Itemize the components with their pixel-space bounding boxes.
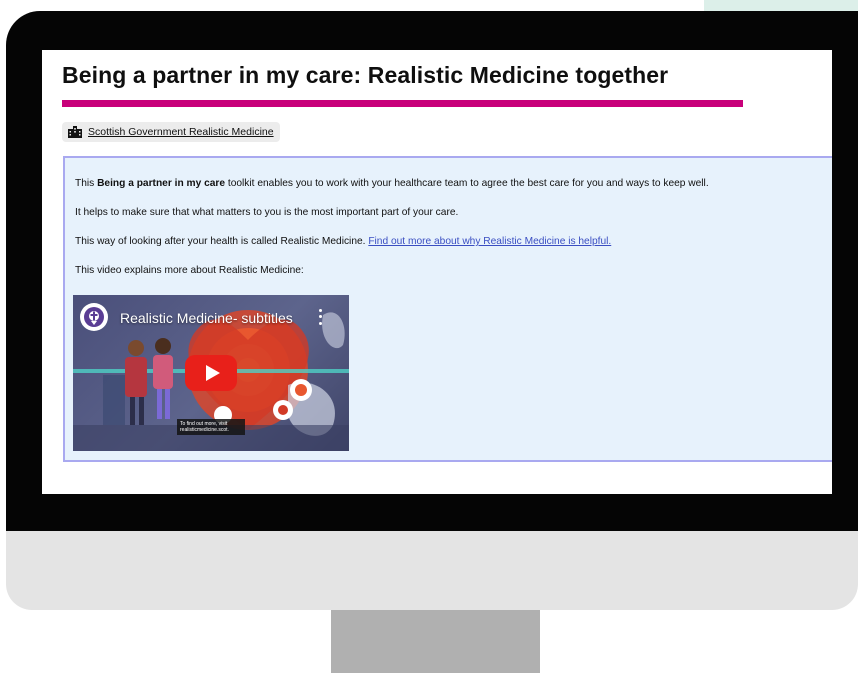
- video-player[interactable]: Realistic Medicine- subtitles To find ou…: [73, 295, 349, 451]
- more-vertical-icon[interactable]: [315, 307, 325, 327]
- source-tag: Scottish Government Realistic Medicine: [62, 122, 280, 142]
- monitor-stand: [331, 610, 540, 673]
- find-out-more-link[interactable]: Find out more about why Realistic Medici…: [368, 236, 611, 247]
- realistic-medicine-text: This way of looking after your health is…: [75, 236, 369, 247]
- content-box: This Being a partner in my care toolkit …: [63, 156, 832, 462]
- monitor-chin: [6, 531, 858, 610]
- intro-suffix: toolkit enables you to work with your he…: [225, 178, 709, 189]
- toolkit-name: Being a partner in my care: [97, 178, 226, 189]
- realistic-medicine-paragraph: This way of looking after your health is…: [75, 236, 611, 247]
- matters-paragraph: It helps to make sure that what matters …: [75, 207, 459, 218]
- intro-prefix: This: [75, 178, 98, 189]
- building-icon: [68, 126, 82, 138]
- video-intro-paragraph: This video explains more about Realistic…: [75, 265, 304, 276]
- play-icon[interactable]: [185, 355, 237, 391]
- source-link[interactable]: Scottish Government Realistic Medicine: [88, 126, 274, 138]
- video-caption: To find out more, visit realisticmedicin…: [177, 419, 245, 435]
- channel-logo-icon[interactable]: [80, 303, 108, 331]
- page-title: Being a partner in my care: Realistic Me…: [62, 62, 669, 88]
- video-title[interactable]: Realistic Medicine- subtitles: [120, 310, 293, 326]
- monitor-screen: Being a partner in my care: Realistic Me…: [42, 50, 832, 494]
- title-underline: [62, 100, 743, 107]
- intro-paragraph: This Being a partner in my care toolkit …: [75, 178, 709, 189]
